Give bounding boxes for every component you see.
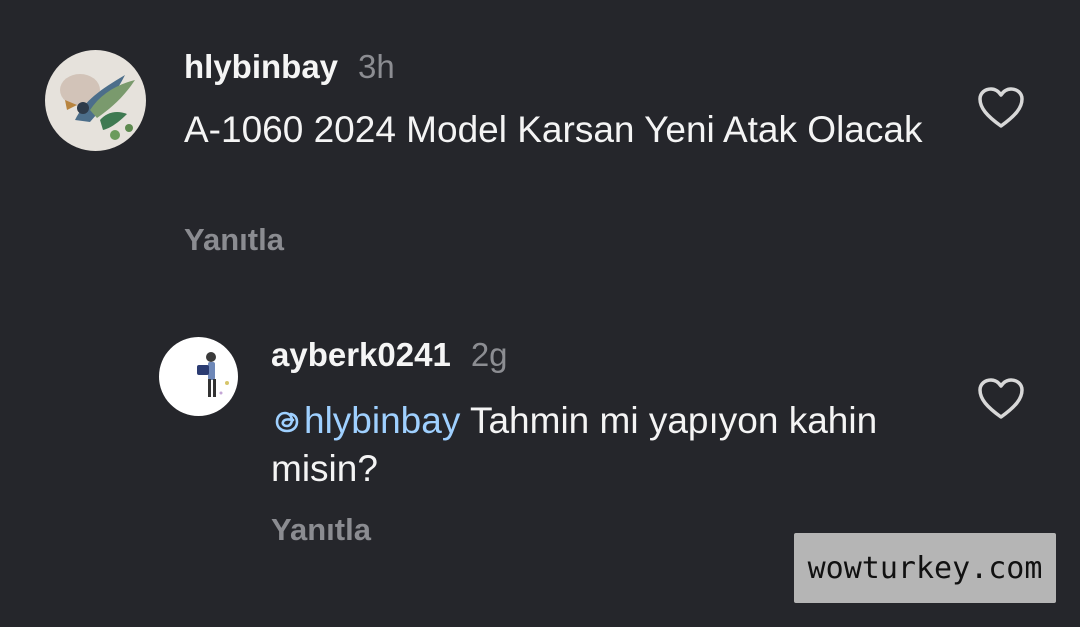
bird-painting-icon	[45, 50, 146, 151]
avatar[interactable]	[45, 50, 146, 151]
person-illustration-icon	[159, 337, 238, 416]
username[interactable]: ayberk0241	[271, 336, 451, 373]
comment-text: A-1060 2024 Model Karsan Yeni Atak Olaca…	[184, 109, 923, 150]
comment-text: hlybinbay Tahmin mi yapıyon kahin misin?	[271, 397, 911, 493]
timestamp: 3h	[358, 48, 395, 85]
mention-link[interactable]: hlybinbay	[271, 400, 460, 441]
heart-outline-icon[interactable]	[977, 377, 1025, 426]
heart-outline-icon[interactable]	[977, 86, 1025, 135]
avatar[interactable]	[159, 337, 238, 416]
reply-button[interactable]: Yanıtla	[184, 222, 284, 258]
mention-username: hlybinbay	[304, 400, 461, 441]
watermark: wowturkey.com	[794, 533, 1056, 603]
username[interactable]: hlybinbay	[184, 48, 338, 85]
reply-button[interactable]: Yanıtla	[271, 512, 371, 548]
timestamp: 2g	[470, 336, 508, 373]
threads-icon	[275, 411, 299, 433]
